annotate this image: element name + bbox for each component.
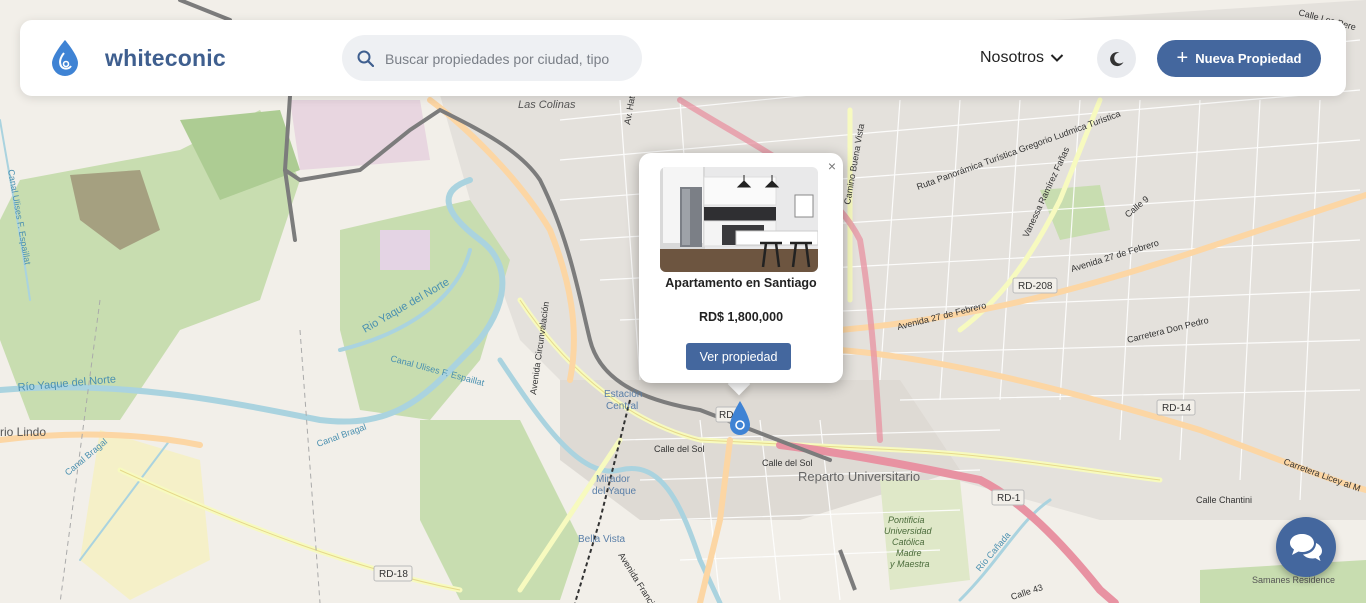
property-title: Apartamento en Santiago <box>665 276 817 290</box>
new-property-button[interactable]: + Nueva Propiedad <box>1157 40 1321 77</box>
chat-button[interactable] <box>1276 517 1336 577</box>
map-label: Las Colinas <box>518 99 576 111</box>
map-label: Calle del Sol <box>654 444 705 454</box>
map-label: y Maestra <box>889 559 930 569</box>
new-property-label: Nueva Propiedad <box>1195 51 1302 66</box>
map-label: Universidad <box>884 526 933 536</box>
map-label: Mirador <box>596 474 631 485</box>
road-shield: RD-208 <box>1018 281 1053 292</box>
map-label: Calle del Sol <box>762 458 813 468</box>
road-shield: RD-18 <box>379 569 408 580</box>
map-label: del Yaque <box>592 486 637 497</box>
chevron-down-icon <box>1050 54 1064 62</box>
search-input[interactable] <box>383 35 637 83</box>
nav-about-dropdown[interactable]: Nosotros <box>980 49 1064 67</box>
nav-about-label: Nosotros <box>980 49 1045 66</box>
view-property-button[interactable]: Ver propiedad <box>686 343 791 370</box>
map-label: Calle Chantini <box>1196 495 1252 505</box>
water-drop-icon[interactable] <box>50 39 80 77</box>
map-label: Católica <box>892 537 925 547</box>
road-shield: RD-14 <box>1162 403 1191 414</box>
moon-icon <box>1109 51 1123 66</box>
map-label: Samanes Residence <box>1252 575 1335 585</box>
map-label: Reparto Universitario <box>798 469 920 484</box>
top-navbar: whiteconic Nosotros + Nueva Propiedad <box>20 20 1346 96</box>
map-label: Estación <box>604 389 642 400</box>
search-bar[interactable] <box>342 35 642 83</box>
theme-toggle-button[interactable] <box>1097 39 1136 78</box>
chat-bubbles-icon <box>1290 534 1322 561</box>
property-popup: × Apartamento en Santiago RD$ 1,800,000 … <box>639 153 843 383</box>
plus-icon: + <box>1176 46 1189 69</box>
property-image[interactable] <box>660 167 818 272</box>
close-icon[interactable]: × <box>828 158 836 174</box>
map-label: Pontificia <box>888 515 925 525</box>
search-icon <box>357 50 374 67</box>
brand-name[interactable]: whiteconic <box>105 45 226 72</box>
road-shield: RD-1 <box>997 493 1021 504</box>
map-label: Bella Vista <box>578 534 626 545</box>
property-price: RD$ 1,800,000 <box>698 310 784 324</box>
map-label: Central <box>606 401 638 412</box>
map-label: Madre <box>896 548 922 558</box>
map-label: rio Lindo <box>0 425 46 439</box>
property-marker-icon[interactable] <box>729 400 751 436</box>
